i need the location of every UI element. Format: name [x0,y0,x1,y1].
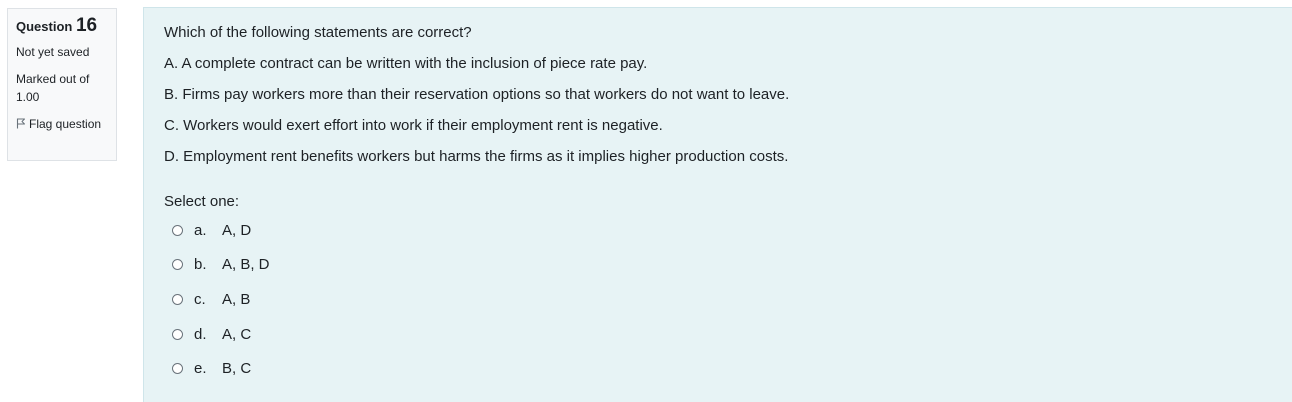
radio-button[interactable] [172,224,183,236]
question-state: Not yet saved [16,45,90,59]
option-text: B, C [222,360,252,378]
option-e[interactable]: e. B, C [172,359,1292,379]
statement-b: B. Firms pay workers more than their res… [164,86,790,103]
question-number: 16 [75,15,98,36]
statement-a: A. A complete contract can be written wi… [164,55,648,72]
option-text: A, C [222,325,252,343]
option-text: A, B, D [222,256,270,274]
option-d[interactable]: d. A, C [172,324,1292,344]
option-letter: a. [194,221,207,239]
statement-c: C. Workers would exert effort into work … [164,117,663,134]
radio-button[interactable] [172,293,183,305]
question-label: Question [16,19,73,34]
answer-options: a. A, D b. A, B, D c. A, B d. A, C e. B,… [172,220,1292,379]
radio-button[interactable] [172,328,183,340]
option-letter: c. [194,290,206,308]
question-content: Which of the following statements are co… [143,7,1292,402]
question-heading: Question 16 [16,16,108,37]
question-info-panel: Question 16 Not yet saved Marked out of … [7,8,117,161]
statement-d: D. Employment rent benefits workers but … [164,148,789,165]
flag-question-link[interactable]: Flag question [16,115,108,134]
option-letter: e. [194,360,207,378]
option-letter: b. [194,256,207,274]
flag-question-label: Flag question [29,117,102,131]
option-c[interactable]: c. A, B [172,289,1292,309]
option-b[interactable]: b. A, B, D [172,255,1292,275]
select-prompt: Select one: [164,193,240,210]
option-a[interactable]: a. A, D [172,220,1292,240]
question-text: Which of the following statements are co… [164,22,1292,167]
question-stem: Which of the following statements are co… [164,24,472,41]
flag-icon [16,118,25,129]
option-text: A, B [222,290,251,308]
radio-button[interactable] [172,259,183,271]
option-letter: d. [194,325,207,343]
option-text: A, D [222,221,252,239]
question-grade: Marked out of 1.00 [16,72,90,104]
radio-button[interactable] [172,363,183,375]
